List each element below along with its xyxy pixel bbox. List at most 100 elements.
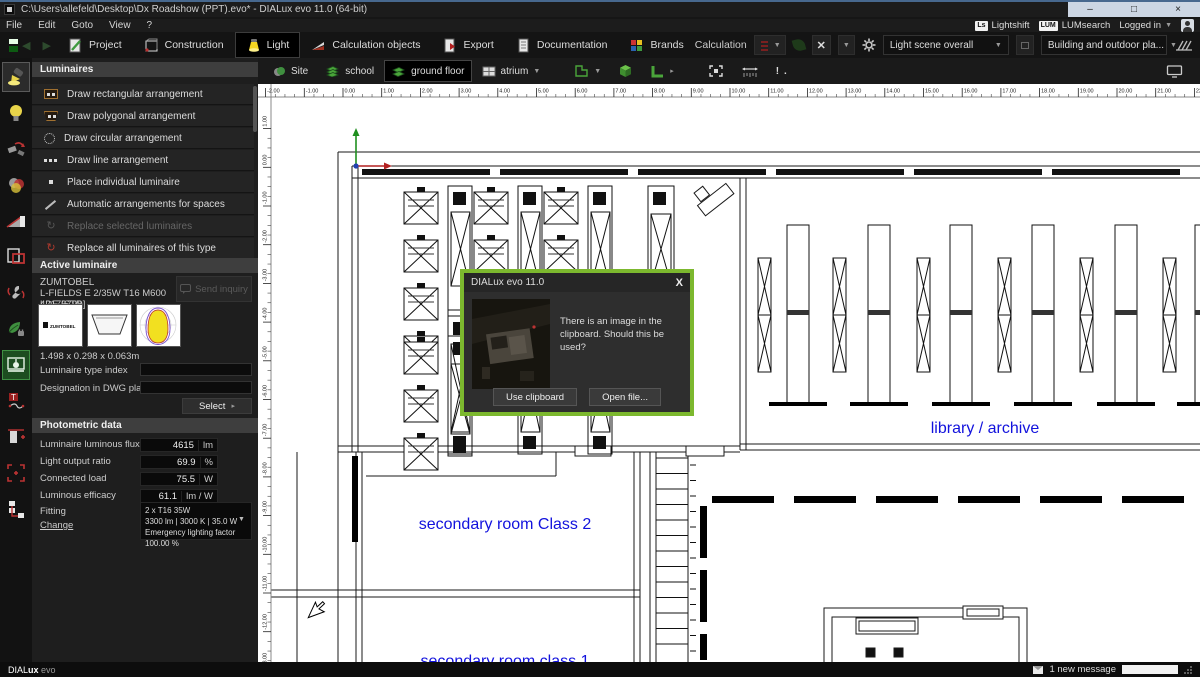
mode-documentation[interactable]: Documentation: [505, 32, 619, 58]
view-3d-button[interactable]: [611, 60, 640, 82]
photometric-value-box[interactable]: 69.9%: [140, 455, 218, 469]
display-mode-button[interactable]: [1159, 60, 1190, 82]
luminaire-list-item[interactable]: ↻Replace all luminaires of this type: [32, 238, 254, 259]
calculation-label: Calculation: [695, 39, 747, 51]
luminaire-polar-thumbnail[interactable]: [136, 304, 181, 347]
open-file-button[interactable]: Open file...: [589, 388, 661, 406]
storey-ground-floor-button[interactable]: ground floor: [384, 60, 471, 82]
dialog-close-button[interactable]: X: [676, 277, 683, 289]
send-inquiry-label: Send inquiry: [195, 284, 248, 295]
select-luminaire-button[interactable]: Select ▸: [182, 398, 252, 414]
luminaire-list-item[interactable]: Automatic arrangements for spaces: [32, 194, 254, 215]
mode-construction[interactable]: Construction: [133, 32, 235, 58]
light-icon: [246, 38, 261, 53]
luminaire-logo-thumbnail[interactable]: ZUMTOBEL: [38, 304, 83, 347]
speech-bubble-icon: [180, 284, 191, 294]
bulb-tool-button[interactable]: [2, 98, 30, 128]
undo-icon[interactable]: ◀: [22, 39, 30, 52]
copy-room-tool-button[interactable]: [2, 242, 30, 272]
change-fitting-link[interactable]: Change: [40, 520, 73, 531]
building-dropdown[interactable]: Building and outdoor pla...▼: [1041, 35, 1167, 55]
plan-view-dropdown[interactable]: ▼: [567, 60, 608, 82]
annotation-button[interactable]: !.: [769, 60, 795, 82]
use-clipboard-button[interactable]: Use clipboard: [493, 388, 577, 406]
luminaire-list-item[interactable]: Draw rectangular arrangement: [32, 84, 254, 105]
type-index-input[interactable]: [140, 363, 252, 376]
photometric-row-label: Luminous efficacy: [40, 490, 116, 501]
svg-text:-6.00: -6.00: [263, 385, 269, 398]
close-button[interactable]: ×: [1156, 2, 1200, 17]
photometric-value-box[interactable]: 4615lm: [140, 438, 218, 452]
menu-view[interactable]: View: [109, 20, 131, 31]
color-tool-button[interactable]: [2, 170, 30, 200]
light-scene-dropdown[interactable]: Light scene overall▼: [883, 35, 1009, 55]
column-tool-button[interactable]: [2, 422, 30, 452]
lumsearch-button[interactable]: LUM LUMsearch: [1039, 20, 1111, 31]
status-message[interactable]: 1 new message: [1049, 664, 1116, 675]
energy-tool-button[interactable]: [2, 314, 30, 344]
measure-button[interactable]: [734, 60, 766, 82]
column-plus-icon: [5, 426, 27, 448]
active-luminaire-header: Active luminaire: [32, 258, 258, 273]
building-school-button[interactable]: school: [318, 60, 381, 82]
photometric-row-label: Luminaire luminous flux: [40, 439, 140, 450]
maximize-button[interactable]: □: [1112, 2, 1156, 17]
plan-view-icon: [574, 64, 589, 78]
menu-goto[interactable]: Goto: [71, 20, 93, 31]
mode-project[interactable]: Project: [57, 32, 133, 58]
fitting-value-box[interactable]: 2 x T16 35W 3300 lm | 3000 K | 35.0 W Em…: [140, 502, 252, 540]
mode-export[interactable]: Export: [432, 32, 505, 58]
light-scene-edit-button[interactable]: [1016, 35, 1034, 55]
furnish-tool-button[interactable]: [2, 350, 30, 380]
resize-grip-icon[interactable]: [1184, 666, 1192, 674]
scene-tool-button[interactable]: [2, 206, 30, 236]
luminaire-list-item[interactable]: Place individual luminaire: [32, 172, 254, 193]
view-section-button[interactable]: ▸: [643, 60, 681, 82]
minimize-button[interactable]: –: [1068, 2, 1112, 17]
menu-file[interactable]: File: [6, 20, 22, 31]
redo-icon[interactable]: ▶: [42, 39, 50, 52]
photometric-unit: W: [199, 474, 217, 485]
avatar[interactable]: [1181, 19, 1194, 32]
photometric-value-box[interactable]: 61.1lm / W: [140, 489, 218, 503]
mode-light[interactable]: Light: [235, 32, 301, 58]
dwg-designation-input[interactable]: [140, 381, 252, 394]
move-luminaire-tool-button[interactable]: [2, 134, 30, 164]
light-tool-button[interactable]: [2, 62, 30, 92]
mode-brands[interactable]: Brands: [618, 32, 694, 58]
luminaire-list-item[interactable]: Draw line arrangement: [32, 150, 254, 171]
floor-plan-canvas[interactable]: library / archive secondary room Class 2…: [258, 84, 1200, 662]
send-inquiry-button[interactable]: Send inquiry: [176, 276, 252, 302]
luminaire-profile-thumbnail[interactable]: [87, 304, 132, 347]
room-icon: [482, 66, 496, 77]
dialog-title-bar[interactable]: DIALux evo 11.0 X: [464, 273, 690, 292]
site-button[interactable]: Site: [266, 60, 315, 82]
fitting-dropdown-icon[interactable]: ▼: [238, 516, 245, 523]
frame-tool-button[interactable]: [2, 458, 30, 488]
luminaire-list-item[interactable]: Draw circular arrangement: [32, 128, 254, 149]
luminaire-list-item[interactable]: Draw polygonal arrangement: [32, 106, 254, 127]
text-tool-button[interactable]: T: [2, 386, 30, 416]
list-scrollbar[interactable]: [253, 86, 257, 132]
lightshift-button[interactable]: Ls Lightshift: [975, 20, 1029, 31]
menu-edit[interactable]: Edit: [38, 20, 55, 31]
cancel-calculation-button[interactable]: ✕: [812, 35, 831, 55]
export-icon: [443, 38, 458, 53]
dialog-message: There is an image in the clipboard. Shou…: [560, 315, 686, 354]
tools-button[interactable]: [2, 278, 30, 308]
photometric-value-box[interactable]: 75.5W: [140, 472, 218, 486]
calculation-dropdown-button[interactable]: ▼: [838, 35, 855, 55]
svg-text:1.00: 1.00: [383, 89, 394, 95]
logged-in-dropdown[interactable]: Logged in ▼: [1119, 20, 1172, 31]
menu-help[interactable]: ?: [147, 20, 153, 31]
roof-hatch-icon[interactable]: [1174, 39, 1194, 52]
space-atrium-dropdown[interactable]: atrium ▼: [475, 60, 548, 82]
hierarchy-tool-button[interactable]: [2, 494, 30, 524]
zoom-fit-button[interactable]: [701, 60, 731, 82]
gear-icon[interactable]: [862, 38, 876, 52]
polar-diagram: [137, 305, 180, 346]
mode-calculation-objects[interactable]: Calculation objects: [300, 32, 431, 58]
calculation-options-button[interactable]: ▼: [754, 35, 786, 55]
tool-rail: T: [0, 58, 32, 662]
ramp-icon: [5, 210, 27, 232]
